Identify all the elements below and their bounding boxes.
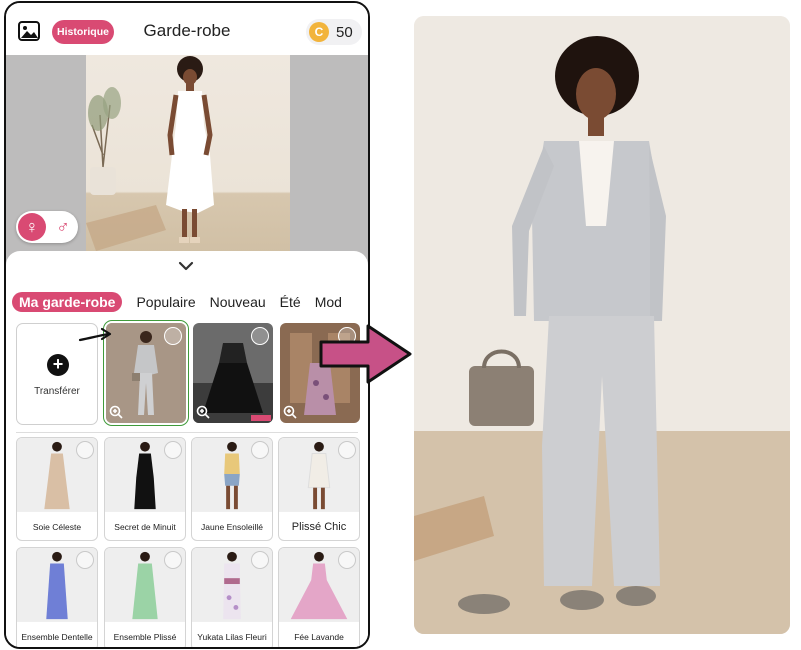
male-icon[interactable]: ♂ — [50, 213, 76, 241]
upload-label: Transférer — [34, 386, 80, 397]
outfit-name: Fée Lavande — [294, 632, 344, 642]
catalog-item[interactable]: Secret de Minuit — [104, 437, 186, 541]
tryon-result-photo — [414, 16, 790, 634]
female-icon[interactable]: ♀ — [18, 213, 46, 241]
outfit-name: Ensemble Plissé — [113, 632, 177, 642]
catalog-item[interactable]: Plissé Chic — [278, 437, 360, 541]
select-circle[interactable] — [251, 441, 269, 459]
catalog-item[interactable]: Ensemble Plissé — [104, 547, 186, 647]
outfit-name: Yukata Lilas Fleuri — [197, 632, 267, 642]
my-wardrobe-row: + Transférer — [6, 320, 368, 426]
arrow-right-icon — [78, 327, 112, 342]
phone-screen: Historique Garde-robe C 50 ♀ ♂ Ma garde-… — [4, 1, 370, 649]
select-circle[interactable] — [164, 327, 182, 345]
gender-toggle: ♀ ♂ — [16, 211, 78, 243]
select-circle[interactable] — [76, 551, 94, 569]
plus-icon: + — [47, 354, 69, 376]
zoom-icon[interactable] — [283, 405, 297, 419]
wardrobe-item-black-skirt[interactable] — [193, 323, 273, 423]
tab-nouveau[interactable]: Nouveau — [210, 294, 266, 310]
select-circle[interactable] — [76, 441, 94, 459]
tab-mode[interactable]: Mod — [315, 294, 342, 310]
zoom-icon[interactable] — [196, 405, 210, 419]
wardrobe-item-grey-suit[interactable] — [103, 320, 189, 426]
select-circle[interactable] — [164, 441, 182, 459]
tab-ete[interactable]: Été — [280, 294, 301, 310]
history-button[interactable]: Historique — [52, 20, 114, 44]
select-circle[interactable] — [338, 551, 356, 569]
wardrobe-sheet: Ma garde-robe Populaire Nouveau Été Mod … — [6, 251, 368, 647]
catalog-item[interactable]: Ensemble Dentelle — [16, 547, 98, 647]
catalog-item[interactable]: Fée Lavande — [278, 547, 360, 647]
outfit-name: Secret de Minuit — [114, 522, 176, 532]
tab-ma-garde-robe[interactable]: Ma garde-robe — [12, 292, 123, 312]
top-bar: Historique Garde-robe C 50 — [6, 3, 368, 55]
outfit-name: Ensemble Dentelle — [21, 632, 93, 642]
zoom-icon[interactable] — [109, 405, 123, 419]
catalog-item[interactable]: Yukata Lilas Fleuri — [191, 547, 273, 647]
chevron-down-icon[interactable] — [178, 259, 194, 273]
catalog-item[interactable]: Soie Céleste — [16, 437, 98, 541]
divider — [16, 432, 358, 433]
catalog-item[interactable]: Jaune Ensoleillé — [191, 437, 273, 541]
select-circle[interactable] — [251, 327, 269, 345]
category-tabs: Ma garde-robe Populaire Nouveau Été Mod — [12, 291, 356, 313]
coin-balance[interactable]: C 50 — [306, 19, 362, 45]
outfit-name: Soie Céleste — [32, 522, 82, 532]
tab-populaire[interactable]: Populaire — [136, 294, 195, 310]
model-photo-white-dress — [86, 55, 290, 265]
outfit-name: Jaune Ensoleillé — [201, 522, 263, 532]
coin-icon: C — [309, 22, 329, 42]
select-circle[interactable] — [338, 441, 356, 459]
canvas: Historique Garde-robe C 50 ♀ ♂ Ma garde-… — [0, 0, 801, 650]
coin-count: 50 — [336, 23, 353, 41]
select-circle[interactable] — [164, 551, 182, 569]
outfit-name: Plissé Chic — [291, 521, 347, 533]
gallery-icon[interactable] — [18, 21, 40, 41]
select-circle[interactable] — [251, 551, 269, 569]
big-arrow-right-icon — [319, 324, 412, 384]
